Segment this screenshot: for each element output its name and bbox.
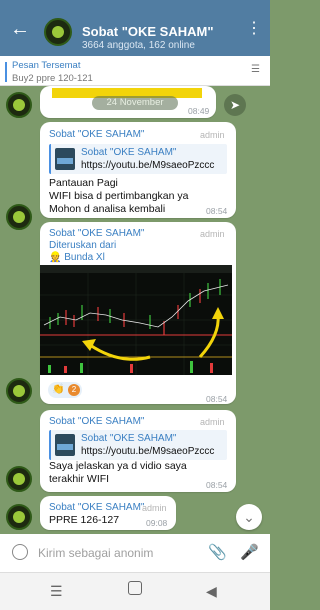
message-time: 08:54 <box>206 206 228 216</box>
message-sender[interactable]: Sobat "OKE SAHAM" <box>49 129 144 140</box>
link-url[interactable]: https://youtu.be/M9saeoPzccc <box>81 446 214 457</box>
chat-title[interactable]: Sobat "OKE SAHAM" <box>82 24 214 39</box>
message-text-line: Saya jelaskan ya d vidio saya <box>49 460 187 472</box>
mic-icon[interactable]: 🎤 <box>240 543 259 561</box>
message-text-line: WIFI bisa d pertimbangkan ya <box>49 190 189 202</box>
link-source-name: Sobat "OKE SAHAM" <box>81 433 177 444</box>
sender-avatar[interactable] <box>6 378 32 404</box>
forwarded-from[interactable]: 👷 Bunda Xl <box>49 252 105 263</box>
pinned-preview: Buy2 ppre 120-121 <box>12 73 93 84</box>
link-thumbnail <box>55 148 75 170</box>
sender-avatar[interactable] <box>6 92 32 118</box>
message-text-line: PPRE 126-127 <box>49 514 120 526</box>
admin-badge: admin <box>142 503 167 513</box>
group-avatar[interactable] <box>44 18 72 46</box>
date-chip: 24 November <box>92 96 178 110</box>
message-input-bar: Kirim sebagai anonim 📎 🎤 <box>0 534 270 572</box>
admin-badge: admin <box>200 130 225 140</box>
message-bubble[interactable]: Sobat "OKE SAHAM" admin Sobat "OKE SAHAM… <box>40 410 236 492</box>
system-nav-bar: ☰ ◀ <box>0 572 270 610</box>
chat-header: ← Sobat "OKE SAHAM" 3664 anggota, 162 on… <box>0 0 270 56</box>
user-emoji-icon: 👷 <box>49 252 62 263</box>
message-time: 09:08 <box>146 518 168 528</box>
message-bubble[interactable]: Sobat "OKE SAHAM" admin Sobat "OKE SAHAM… <box>40 122 236 218</box>
link-source-name: Sobat "OKE SAHAM" <box>81 147 177 158</box>
sender-avatar[interactable] <box>6 466 32 492</box>
admin-badge: admin <box>200 417 225 427</box>
home-icon[interactable] <box>128 581 142 595</box>
share-icon[interactable]: ➤ <box>224 94 246 116</box>
link-url[interactable]: https://youtu.be/M9saeoPzccc <box>81 160 214 171</box>
message-sender[interactable]: Sobat "OKE SAHAM" <box>49 228 144 239</box>
message-time: 08:54 <box>206 394 228 404</box>
forwarded-label: Diteruskan dari <box>49 240 117 251</box>
message-text-line: Mohon d analisa kembali <box>49 203 166 215</box>
pinned-title: Pesan Tersemat <box>12 60 81 71</box>
message-sender[interactable]: Sobat "OKE SAHAM" <box>49 502 144 513</box>
nav-back-icon[interactable]: ◀ <box>206 583 217 600</box>
sender-avatar[interactable] <box>6 504 32 530</box>
reaction-badge[interactable]: 👏 2 <box>48 382 82 398</box>
admin-badge: admin <box>200 229 225 239</box>
link-thumbnail <box>55 434 75 456</box>
chevron-down-icon[interactable]: ⌄ <box>236 504 262 530</box>
message-text-line: Pantauan Pagi <box>49 177 118 189</box>
attach-icon[interactable]: 📎 <box>208 543 227 561</box>
pinned-message-bar[interactable]: Pesan Tersemat Buy2 ppre 120-121 ☰ <box>0 56 270 86</box>
message-input[interactable]: Kirim sebagai anonim <box>38 546 153 560</box>
message-bubble[interactable]: Sobat "OKE SAHAM" admin PPRE 126-127 09:… <box>40 496 176 530</box>
link-preview[interactable]: Sobat "OKE SAHAM" https://youtu.be/M9sae… <box>49 430 227 460</box>
emoji-icon[interactable] <box>12 544 28 560</box>
pinned-indicator <box>5 62 7 82</box>
more-vertical-icon[interactable]: ⋮ <box>246 21 262 37</box>
recents-icon[interactable]: ☰ <box>50 583 63 600</box>
stock-chart-image[interactable] <box>40 265 232 375</box>
link-preview[interactable]: Sobat "OKE SAHAM" https://youtu.be/M9sae… <box>49 144 227 174</box>
message-sender[interactable]: Sobat "OKE SAHAM" <box>49 416 144 427</box>
message-time: 08:49 <box>188 106 210 116</box>
reaction-count: 2 <box>68 384 80 396</box>
message-text-line: terakhir WIFI <box>49 473 110 485</box>
pin-list-icon[interactable]: ☰ <box>251 64 260 75</box>
forwarded-from-name: Bunda Xl <box>64 252 105 263</box>
sender-avatar[interactable] <box>6 204 32 230</box>
clap-icon: 👏 <box>52 384 65 395</box>
arrow-left-icon[interactable]: ← <box>10 19 30 39</box>
member-count: 3664 anggota, 162 online <box>82 40 195 51</box>
message-time: 08:54 <box>206 480 228 490</box>
